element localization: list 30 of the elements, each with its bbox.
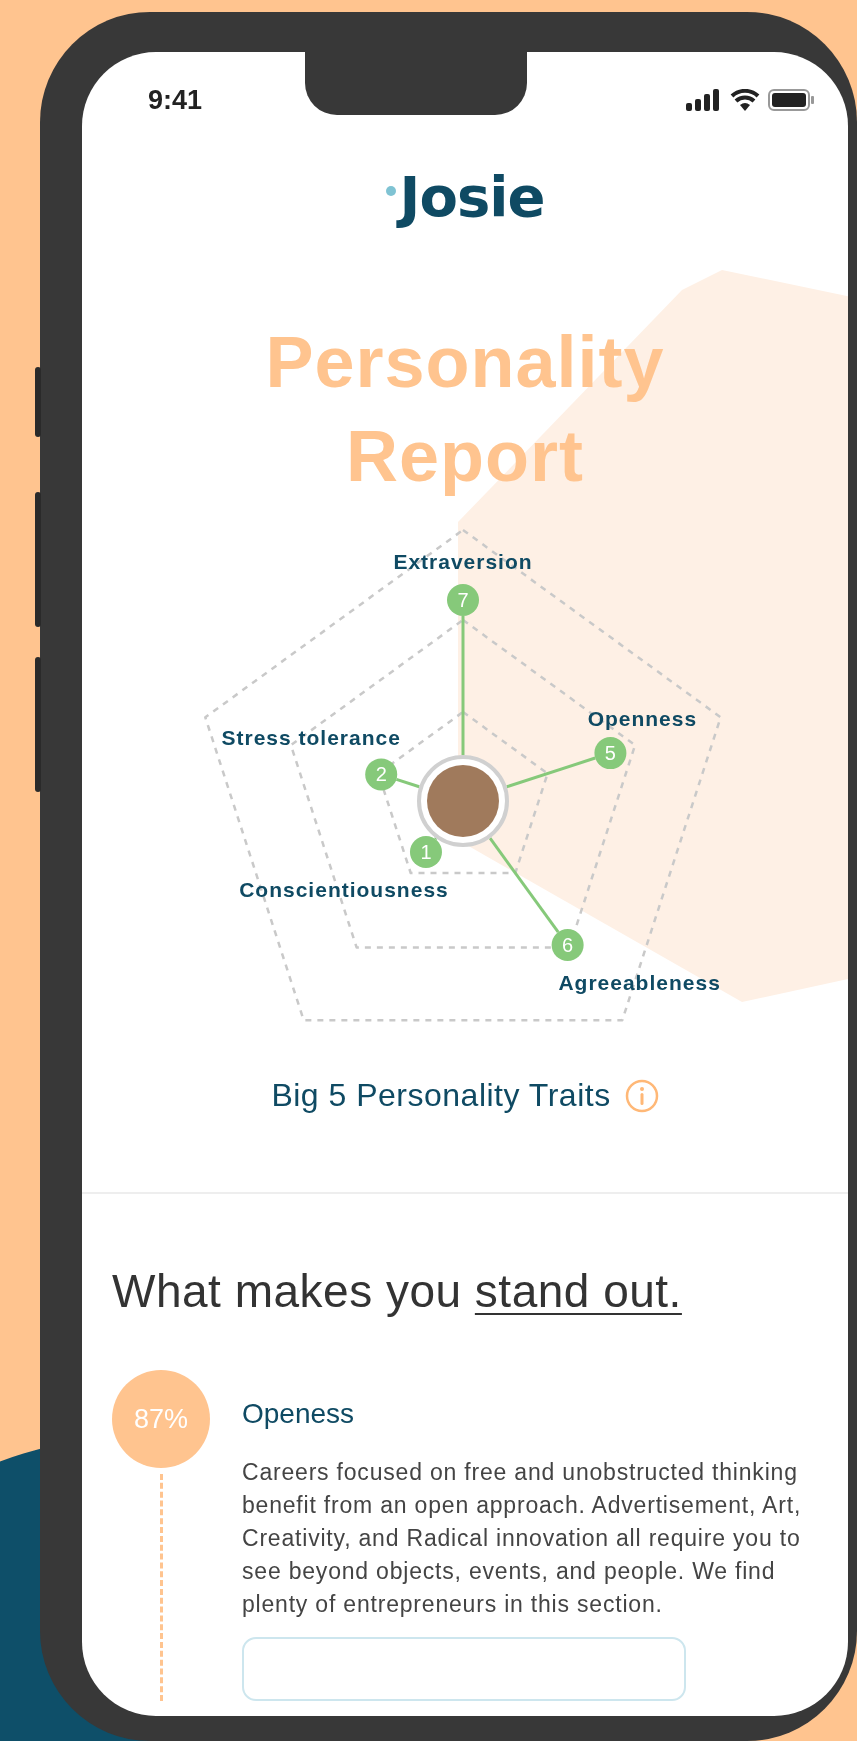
percent-badge: 87% (112, 1370, 210, 1468)
score-value: 2 (375, 763, 387, 786)
trait-label: Openness (587, 707, 698, 731)
info-icon[interactable] (624, 1078, 659, 1113)
report-title: Personality Report (264, 321, 666, 498)
score-value: 6 (562, 934, 574, 956)
trait-label: Stress tolerance (221, 726, 401, 750)
trait-label: Agreeableness (558, 971, 721, 994)
score-node (594, 737, 627, 770)
score-node (365, 758, 398, 791)
score-value: 7 (457, 589, 469, 611)
signal-icon (686, 89, 722, 111)
logo-dot-icon (385, 186, 396, 196)
score-value: 5 (604, 742, 616, 765)
score-line (434, 837, 438, 840)
trait-description: Careers focused on free and unobstructed thinking benefit from an open approach. Advertisement, Art, Creativity, and Radical innovation all require you to see beyond objects, events, and people. We find plenty of entrepreneurs in this section. (242, 1458, 802, 1619)
score-node (551, 929, 584, 961)
avatar-photo-placeholder (427, 765, 499, 837)
status-time: 9:41 (148, 84, 203, 116)
score-node (409, 835, 442, 868)
trait-label: Extraversion (393, 550, 533, 573)
section-heading: What makes you stand out. (112, 1264, 683, 1318)
score-line (395, 777, 420, 789)
score-node (447, 584, 479, 616)
battery-icon (768, 89, 814, 111)
trait-title: Openess (242, 1398, 356, 1430)
trait-label: Conscientiousness (239, 877, 449, 901)
score-value: 1 (420, 840, 432, 863)
chart-caption: Big 5 Personality Traits (271, 1077, 611, 1114)
wifi-icon (730, 89, 760, 111)
